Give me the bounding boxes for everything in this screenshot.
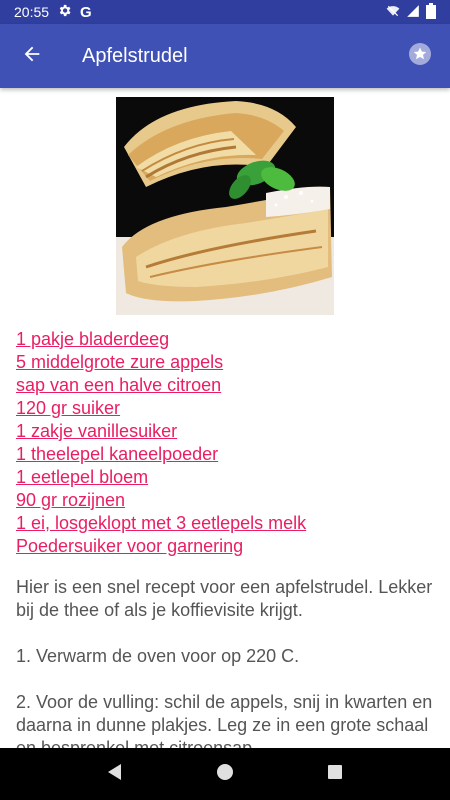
- star-icon: [408, 42, 432, 71]
- ingredient-link[interactable]: Poedersuiker voor garnering: [16, 535, 436, 558]
- wifi-icon: [386, 4, 400, 21]
- back-triangle-icon: [106, 763, 124, 786]
- recipe-paragraph: Hier is een snel recept voor een apfelst…: [16, 577, 433, 620]
- status-bar: 20:55 G: [0, 0, 450, 24]
- navigation-bar: [0, 748, 450, 800]
- favorite-button[interactable]: [400, 36, 440, 76]
- app-bar: Apfelstrudel: [0, 24, 450, 88]
- ingredient-link[interactable]: 1 eetlepel bloem: [16, 466, 436, 489]
- arrow-back-icon: [21, 43, 43, 70]
- ingredient-link[interactable]: 90 gr rozijnen: [16, 489, 436, 512]
- nav-back-button[interactable]: [91, 750, 139, 798]
- google-icon: G: [80, 3, 92, 21]
- signal-icon: [406, 4, 420, 21]
- nav-home-button[interactable]: [201, 750, 249, 798]
- recipe-paragraph: 2. Voor de vulling: schil de appels, sni…: [16, 692, 433, 748]
- status-time: 20:55: [14, 4, 50, 20]
- recents-square-icon: [327, 764, 343, 785]
- ingredient-link[interactable]: 1 theelepel kaneelpoeder: [16, 443, 436, 466]
- recipe-content[interactable]: 1 pakje bladerdeeg 5 middelgrote zure ap…: [0, 88, 450, 748]
- ingredient-link[interactable]: 120 gr suiker: [16, 397, 436, 420]
- back-button[interactable]: [4, 28, 60, 84]
- ingredient-link[interactable]: 1 zakje vanillesuiker: [16, 420, 436, 443]
- ingredient-link[interactable]: 1 pakje bladerdeeg: [16, 328, 436, 351]
- recipe-paragraph: 1. Verwarm de oven voor op 220 C.: [16, 646, 300, 666]
- ingredient-list: 1 pakje bladerdeeg 5 middelgrote zure ap…: [16, 328, 436, 558]
- page-title: Apfelstrudel: [82, 44, 188, 67]
- ingredient-link[interactable]: 5 middelgrote zure appels: [16, 351, 436, 374]
- recipe-photo: [116, 97, 334, 315]
- home-circle-icon: [216, 763, 234, 786]
- ingredient-link[interactable]: 1 ei, losgeklopt met 3 eetlepels melk: [16, 512, 436, 535]
- battery-icon: [426, 2, 436, 22]
- ingredient-link[interactable]: sap van een halve citroen: [16, 374, 436, 397]
- gear-icon: [57, 3, 72, 21]
- nav-recents-button[interactable]: [311, 750, 359, 798]
- recipe-description: Hier is een snel recept voor een apfelst…: [16, 576, 436, 748]
